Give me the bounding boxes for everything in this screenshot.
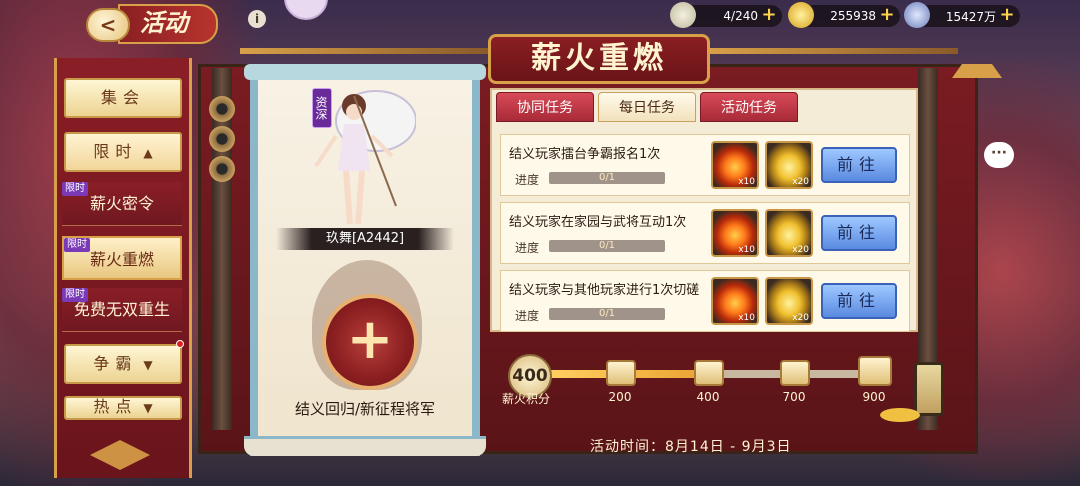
task-title: 结义玩家擂台争霸报名1次 [509, 147, 661, 162]
event-time: 活动时间：8月14日 - 9月3日 [590, 439, 792, 455]
progress-label: 进度 [515, 173, 540, 187]
go-button[interactable]: 前往 [821, 283, 897, 319]
tab-daily-tasks[interactable]: 每日任务 [598, 92, 696, 122]
gem-icon [904, 2, 930, 28]
sidebar-item-free-rebirth[interactable]: 限时 免费无双重生 [62, 288, 182, 332]
reward-qty: x10 [738, 245, 755, 255]
scroll-rod-bottom [244, 436, 486, 456]
progress-value: 0/1 [598, 240, 616, 251]
sidebar-item-xianshi[interactable]: 限时 ▲ [64, 132, 182, 172]
task-title: 结义玩家在家园与武将互动1次 [509, 215, 687, 230]
sidebar-item-label: 免费无双重生 [73, 300, 170, 319]
notification-dot [176, 340, 184, 348]
info-icon[interactable]: i [248, 10, 266, 28]
progress-label: 进度 [515, 241, 540, 255]
resource-value: 255938 [830, 9, 876, 23]
gold-ingot-reward-icon[interactable]: x20 [765, 209, 813, 257]
fire-reward-icon[interactable]: x10 [711, 209, 759, 257]
task-title: 结义玩家与其他玩家进行1次切磋 [509, 283, 700, 298]
milestone-chest-icon[interactable] [606, 360, 636, 386]
coin-icon [209, 96, 235, 122]
milestone-label: 200 [608, 390, 632, 404]
add-silver-button[interactable]: + [760, 6, 778, 24]
sidebar-item-label: 限时 [93, 142, 138, 161]
lantern-icon [914, 362, 944, 416]
progress-value: 0/1 [598, 308, 616, 319]
add-gem-button[interactable]: + [998, 6, 1016, 24]
character-name: 玖舞[A2442] [276, 228, 454, 250]
progress-value: 0/1 [598, 172, 616, 183]
sidebar-item-label: 争霸 [93, 354, 138, 373]
gold-coins-icon [880, 408, 920, 422]
gold-ingot-reward-icon[interactable]: x20 [765, 277, 813, 325]
reward-qty: x20 [792, 313, 809, 323]
chevron-down-icon: ▼ [143, 401, 153, 415]
chevron-up-icon: ▲ [143, 146, 153, 160]
roof-beam-right [708, 48, 958, 54]
chevron-down-icon: ▼ [143, 358, 153, 372]
milestone-label: 700 [782, 390, 806, 404]
limited-tag: 限时 [62, 288, 88, 302]
milestone-chest-icon[interactable] [694, 360, 724, 386]
resource-gem: 15427万 + [904, 2, 1020, 28]
resource-silver: 4/240 + [670, 2, 782, 28]
roof-beam-left [240, 48, 490, 54]
resource-value: 4/240 [723, 9, 758, 23]
sidebar-item-redian[interactable]: 热点 ▼ [64, 396, 182, 420]
points-label: 薪火积分 [502, 392, 551, 406]
pillar-left [212, 68, 232, 430]
chat-button[interactable]: ··· [984, 142, 1014, 168]
fire-reward-icon[interactable]: x10 [711, 277, 759, 325]
resource-value: 15427万 [945, 9, 996, 24]
reward-qty: x10 [738, 313, 755, 323]
add-gold-button[interactable]: + [878, 6, 896, 24]
sidebar-item-label: 薪火重燃 [89, 250, 154, 269]
event-title: 薪火重燃 [488, 34, 710, 84]
milestone-label: 900 [862, 390, 886, 404]
sidebar-item-xinhuo-miling[interactable]: 限时 薪火密令 [62, 182, 182, 226]
milestone-chest-icon[interactable] [780, 360, 810, 386]
resource-gold: 255938 + [788, 2, 900, 28]
gold-ingot-reward-icon[interactable]: x20 [765, 141, 813, 189]
reward-qty: x20 [792, 245, 809, 255]
sidebar-item-xinhuo-chongran[interactable]: 限时 薪火重燃 [62, 236, 182, 280]
add-partner-button[interactable]: + [322, 294, 418, 390]
tab-event-tasks[interactable]: 活动任务 [700, 92, 798, 122]
reward-qty: x10 [738, 177, 755, 187]
limited-tag: 限时 [64, 238, 90, 252]
go-button[interactable]: 前往 [821, 147, 897, 183]
coin-icon [209, 156, 235, 182]
fire-reward-icon[interactable]: x10 [711, 141, 759, 189]
task-row: 结义玩家在家园与武将互动1次 进度 0/1 x10 x20 前往 [500, 202, 910, 264]
rank-badge: 资深 [312, 88, 332, 128]
milestone-label: 400 [696, 390, 720, 404]
milestone-chest-icon[interactable] [858, 356, 892, 386]
gold-ingot-icon [788, 2, 814, 28]
sidebar-item-label: 薪火密令 [89, 194, 154, 213]
task-row: 结义玩家与其他玩家进行1次切磋 进度 0/1 x10 x20 前往 [500, 270, 910, 332]
coin-icon [209, 126, 235, 152]
go-button[interactable]: 前往 [821, 215, 897, 251]
reward-qty: x20 [792, 177, 809, 187]
limited-tag: 限时 [62, 182, 88, 196]
tab-cooperative-tasks[interactable]: 协同任务 [496, 92, 594, 122]
page-title: 活动 [118, 4, 218, 44]
sidebar-item-jihui[interactable]: 集会 [64, 78, 182, 118]
sidebar-item-zhengba[interactable]: 争霸 ▼ [64, 344, 182, 384]
back-arrow-icon: < [99, 13, 117, 37]
progress-label: 进度 [515, 309, 540, 323]
task-row: 结义玩家擂台争霸报名1次 进度 0/1 x10 x20 前往 [500, 134, 910, 196]
avatar[interactable] [284, 0, 328, 20]
sidebar-item-label: 热点 [93, 397, 138, 416]
silver-ingot-icon [670, 2, 696, 28]
recruit-label: 结义回归/新征程将军 [294, 400, 436, 418]
back-button[interactable]: < [86, 8, 130, 42]
